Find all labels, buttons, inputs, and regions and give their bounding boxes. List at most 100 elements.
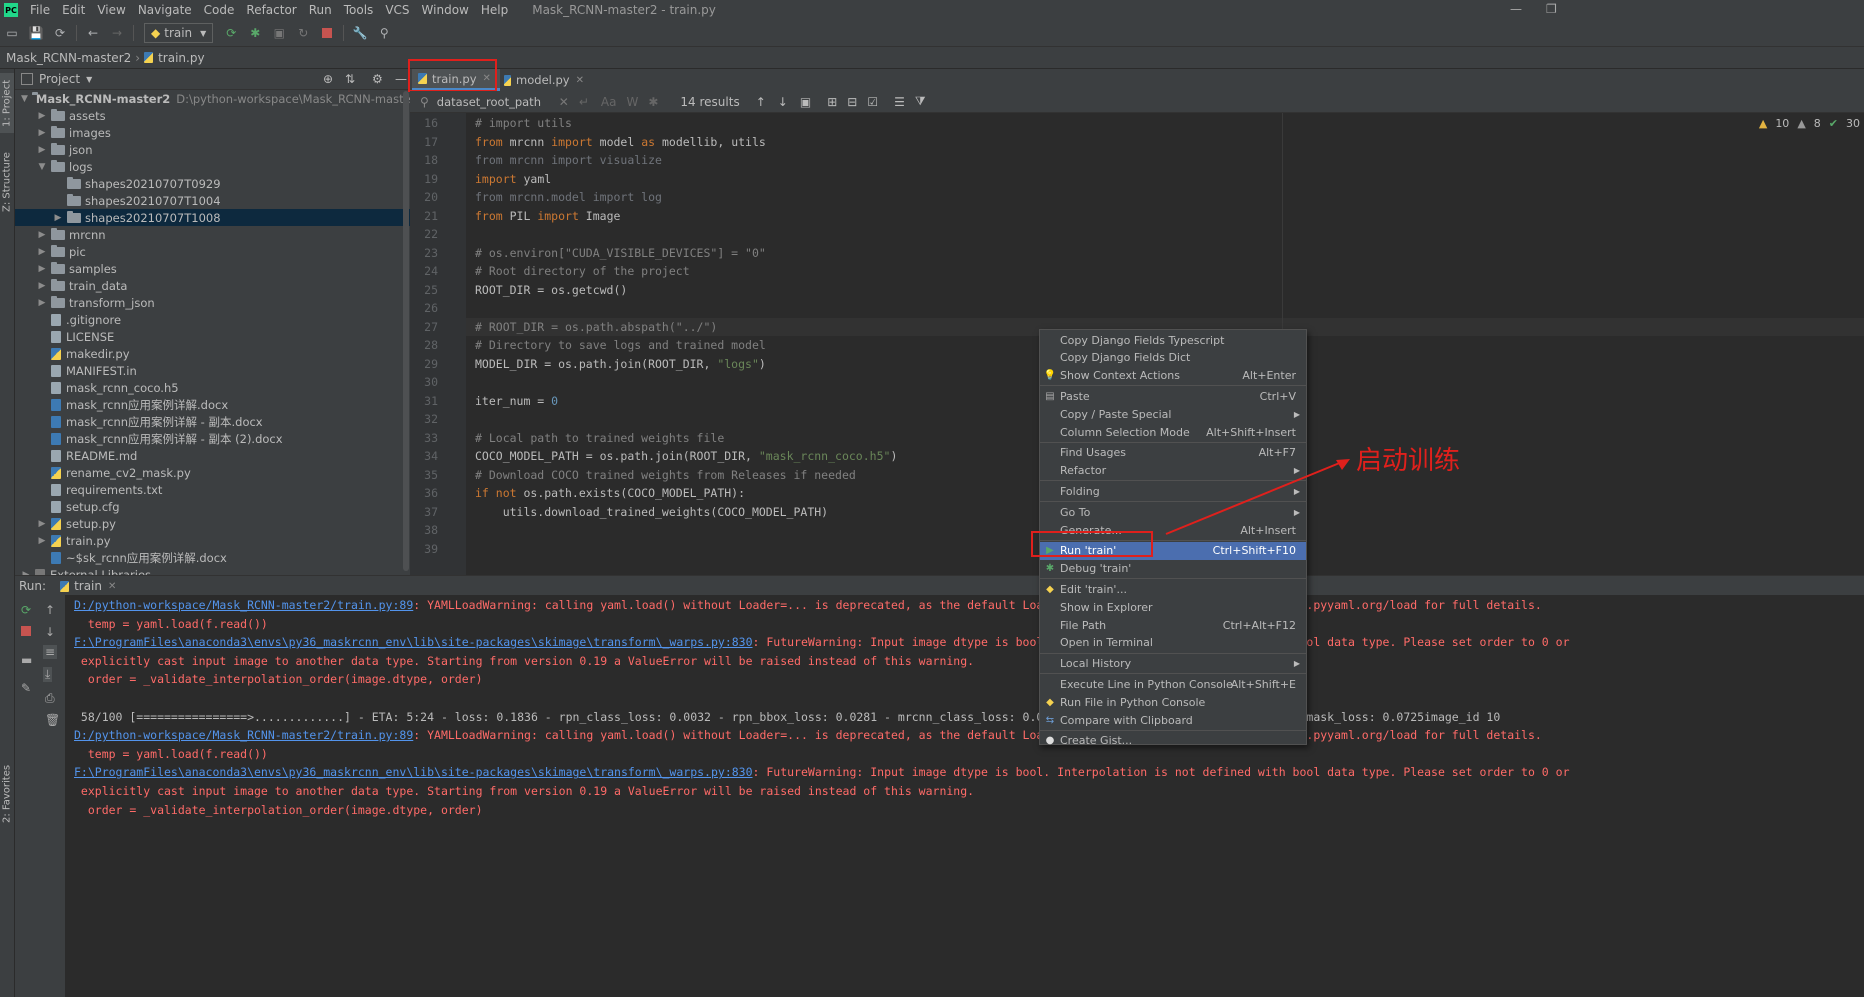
tree-item[interactable]: ~$sk_rcnn应用案例详解.docx (15, 549, 410, 566)
context-menu-item[interactable]: Execute Line in Python Console Alt+Shift+… (1040, 675, 1306, 693)
menu-file[interactable]: File (24, 3, 56, 17)
chevron-right-icon[interactable]: ▶ (37, 519, 47, 529)
words-toggle[interactable]: W (626, 95, 638, 109)
select-all-occurrences-icon[interactable]: ☑ (867, 95, 878, 109)
tree-item[interactable]: ▼ logs (15, 158, 410, 175)
context-menu-item[interactable]: ⇆ Compare with Clipboard (1040, 711, 1306, 729)
chevron-right-icon[interactable]: ▶ (37, 281, 47, 291)
tab-model-py[interactable]: model.py ✕ (498, 69, 590, 91)
project-scrollbar[interactable] (403, 91, 409, 571)
tree-item[interactable]: mask_rcnn应用案例详解 - 副本.docx (15, 413, 410, 430)
chevron-right-icon[interactable]: ▶ (37, 111, 47, 121)
tree-item[interactable]: ▶ pic (15, 243, 410, 260)
layout-icon[interactable]: ▬ (21, 653, 32, 667)
tree-item[interactable]: MANIFEST.in (15, 362, 410, 379)
menu-edit[interactable]: Edit (56, 3, 91, 17)
forward-icon[interactable]: → (108, 24, 126, 42)
run-icon[interactable]: ⟳ (222, 24, 240, 42)
context-menu-item[interactable]: Column Selection Mode Alt+Shift+Insert (1040, 423, 1306, 441)
tree-item[interactable]: shapes20210707T1004 (15, 192, 410, 209)
file-link[interactable]: F:\ProgramFiles\anaconda3\envs\py36_mask… (74, 765, 753, 779)
save-all-icon[interactable]: 💾 (27, 24, 45, 42)
chevron-right-icon[interactable]: ▶ (37, 230, 47, 240)
run-console[interactable]: D:/python-workspace/Mask_RCNN-master2/tr… (66, 595, 1864, 997)
chevron-right-icon[interactable]: ▶ (53, 213, 63, 223)
back-icon[interactable]: ← (84, 24, 102, 42)
chevron-right-icon[interactable]: ▶ (37, 145, 47, 155)
run-tab[interactable]: train (74, 579, 102, 593)
match-case-toggle[interactable]: Aa (601, 95, 617, 109)
regex-toggle[interactable]: ✱ (648, 95, 658, 109)
file-link[interactable]: D:/python-workspace/Mask_RCNN-master2/tr… (74, 598, 413, 612)
chevron-right-icon[interactable]: ▶ (37, 298, 47, 308)
breadcrumb-project[interactable]: Mask_RCNN-master2 (6, 51, 131, 65)
tree-item[interactable]: mask_rcnn应用案例详解.docx (15, 396, 410, 413)
collapse-all-icon[interactable]: ⇅ (345, 72, 355, 86)
stop-icon[interactable] (21, 625, 31, 639)
tree-item[interactable]: README.md (15, 447, 410, 464)
locate-icon[interactable]: ⊕ (323, 72, 333, 86)
chevron-down-icon[interactable]: ▼ (21, 94, 28, 104)
context-menu-item[interactable]: 💡 Show Context Actions Alt+Enter (1040, 367, 1306, 385)
select-all-icon[interactable]: ▣ (800, 95, 811, 109)
context-menu-item[interactable]: ✱ Debug 'train' (1040, 560, 1306, 578)
context-menu-item[interactable]: Show in Explorer (1040, 598, 1306, 616)
context-menu-item[interactable]: File Path Ctrl+Alt+F12 (1040, 616, 1306, 634)
tree-item[interactable]: ▶ train_data (15, 277, 410, 294)
search-icon[interactable]: ⚲ (375, 24, 393, 42)
menu-code[interactable]: Code (198, 3, 241, 17)
rerun-icon[interactable]: ⟳ (21, 603, 31, 617)
scroll-down-icon[interactable]: ↓ (45, 625, 55, 639)
chevron-right-icon[interactable]: ▶ (37, 247, 47, 257)
maximize-icon[interactable]: ❐ (1546, 2, 1557, 16)
context-menu-item[interactable]: Open in Terminal (1040, 634, 1306, 652)
chevron-down-icon[interactable]: ▼ (37, 162, 47, 172)
trash-icon[interactable]: 🗑 (45, 713, 60, 727)
profile-icon[interactable]: ↻ (294, 24, 312, 42)
context-menu-item[interactable]: Copy / Paste Special ▶ (1040, 405, 1306, 423)
pin-icon[interactable]: ✎ (21, 681, 31, 695)
tree-item[interactable]: rename_cv2_mask.py (15, 464, 410, 481)
minimize-icon[interactable]: — (1510, 2, 1522, 16)
clear-search-icon[interactable]: ✕ (559, 95, 569, 109)
file-link[interactable]: F:\ProgramFiles\anaconda3\envs\py36_mask… (74, 635, 753, 649)
arrow-up-icon[interactable]: ↑ (756, 95, 766, 109)
coverage-icon[interactable]: ▣ (270, 24, 288, 42)
context-menu-item[interactable]: ◆ Run File in Python Console (1040, 693, 1306, 711)
menu-vcs[interactable]: VCS (379, 3, 415, 17)
search-input[interactable] (434, 93, 549, 110)
gear-icon[interactable]: ⚙ (372, 72, 383, 86)
tree-item[interactable]: ▶ images (15, 124, 410, 141)
context-menu-item[interactable]: ◆ Edit 'train'... (1040, 580, 1306, 598)
favorites-tool-tab[interactable]: 2: Favorites (0, 759, 14, 829)
wrench-icon[interactable]: 🔧 (351, 24, 369, 42)
tree-item[interactable]: ▶ shapes20210707T1008 (15, 209, 410, 226)
menu-navigate[interactable]: Navigate (132, 3, 198, 17)
chevron-down-icon[interactable]: ▼ (86, 75, 92, 84)
tree-root[interactable]: ▼ Mask_RCNN-master2 D:\python-workspace\… (15, 90, 423, 107)
scroll-up-icon[interactable]: ↑ (45, 603, 55, 617)
format-icon[interactable]: ☰ (894, 95, 905, 109)
tree-item[interactable]: makedir.py (15, 345, 410, 362)
open-folder-icon[interactable]: ▭ (3, 24, 21, 42)
stop-icon[interactable] (318, 24, 336, 42)
chevron-right-icon[interactable]: ▶ (37, 264, 47, 274)
breadcrumb-file[interactable]: train.py (158, 51, 204, 65)
tree-item[interactable]: ▶ setup.py (15, 515, 410, 532)
structure-tool-tab[interactable]: Z: Structure (0, 147, 14, 217)
inspection-widget[interactable]: ▲ 10 ▲ 8 ✔ 30 (1759, 117, 1860, 130)
tree-item[interactable]: ▶ json (15, 141, 410, 158)
sync-icon[interactable]: ⟳ (51, 24, 69, 42)
menu-run[interactable]: Run (303, 3, 338, 17)
menu-view[interactable]: View (91, 3, 131, 17)
tree-item[interactable]: ▶ train.py (15, 532, 410, 549)
close-icon[interactable]: ✕ (108, 581, 116, 592)
context-menu-item[interactable]: Local History ▶ (1040, 655, 1306, 673)
tree-item[interactable]: LICENSE (15, 328, 410, 345)
run-configuration-select[interactable]: ◆ train ▼ (144, 23, 214, 43)
new-line-icon[interactable]: ↵ (579, 95, 589, 109)
project-view-select[interactable]: Project (39, 72, 80, 86)
close-icon[interactable]: ✕ (576, 75, 584, 86)
chevron-right-icon[interactable]: ▶ (37, 128, 47, 138)
filter-icon[interactable]: ⧩ (915, 94, 926, 109)
